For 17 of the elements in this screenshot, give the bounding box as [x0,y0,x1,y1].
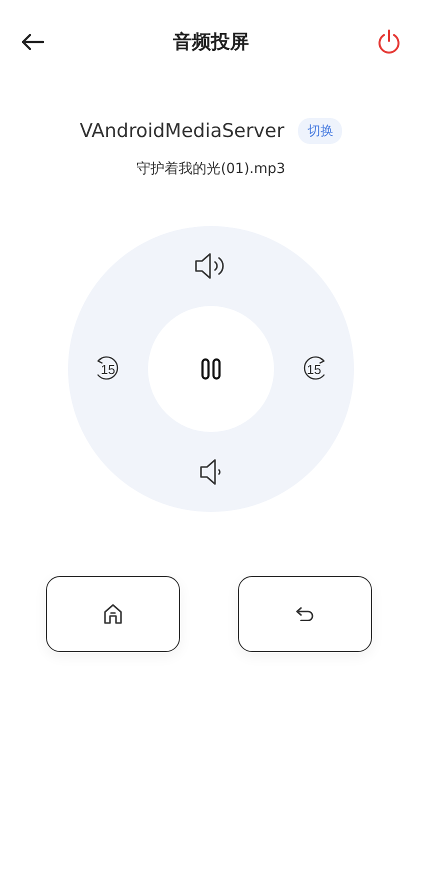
skip-forward-button[interactable]: 15 [299,354,329,384]
back-button[interactable] [238,576,372,652]
page-title: 音频投屏 [172,30,250,55]
return-arrow-icon [296,607,314,621]
track-filename: 守护着我的光(01).mp3 [136,160,286,178]
home-icon [103,603,123,625]
skip-back-button[interactable]: 15 [93,354,123,384]
switch-button[interactable]: 切换 [298,118,342,144]
pause-icon [200,358,222,380]
speaker-quiet-icon [199,458,223,486]
back-arrow-icon [22,34,44,50]
power-button[interactable] [377,29,401,55]
back-button[interactable] [22,34,44,50]
device-name: VAndroidMediaServer [80,120,284,142]
power-icon [377,29,401,55]
home-button[interactable] [46,576,180,652]
volume-down-button[interactable] [199,458,223,486]
